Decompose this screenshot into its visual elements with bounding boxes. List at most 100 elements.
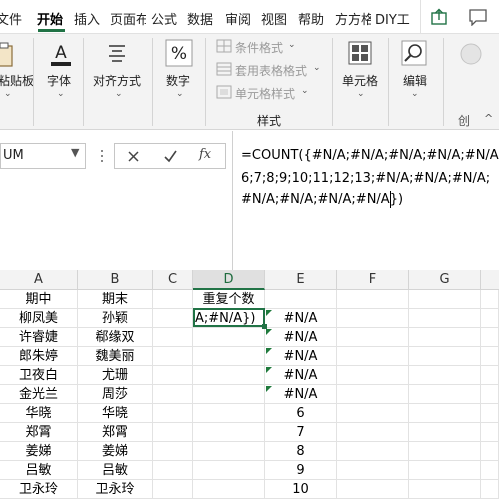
cell-c10[interactable] <box>153 461 193 480</box>
cell-d3[interactable] <box>193 328 265 347</box>
cell-g5[interactable] <box>409 366 481 385</box>
error-indicator-icon[interactable] <box>266 367 272 373</box>
cell-c4[interactable] <box>153 347 193 366</box>
cell-g2[interactable] <box>409 309 481 328</box>
cell-h8[interactable] <box>481 423 499 442</box>
create-icon[interactable] <box>459 42 483 66</box>
cell-g8[interactable] <box>409 423 481 442</box>
cell-style-icon[interactable] <box>216 85 232 99</box>
tab-page-layout[interactable]: 页面布 <box>110 9 146 28</box>
comment-icon[interactable] <box>468 8 488 26</box>
cell-d11[interactable] <box>193 480 265 499</box>
cell-e7[interactable]: 6 <box>265 404 337 423</box>
cell-a4[interactable]: 郎朱婷 <box>0 347 78 366</box>
cell-h2[interactable] <box>481 309 499 328</box>
cell-h4[interactable] <box>481 347 499 366</box>
cell-e1[interactable] <box>265 290 337 309</box>
cell-e10[interactable]: 9 <box>265 461 337 480</box>
cell-b4[interactable]: 魏美丽 <box>78 347 153 366</box>
cell-h9[interactable] <box>481 442 499 461</box>
tab-help[interactable]: 帮助 <box>298 9 324 28</box>
error-indicator-icon[interactable] <box>266 386 272 392</box>
active-cell[interactable] <box>193 308 265 327</box>
chevron-down-icon[interactable]: ⌄ <box>288 40 296 50</box>
tab-diy-tools[interactable]: DIY工 <box>375 9 413 28</box>
cell-f10[interactable] <box>337 461 409 480</box>
column-header-C[interactable]: C <box>153 270 193 290</box>
cell-a5[interactable]: 卫夜白 <box>0 366 78 385</box>
cell-c6[interactable] <box>153 385 193 404</box>
chevron-down-icon[interactable]: ⌄ <box>57 89 65 99</box>
insert-function-icon[interactable]: fx <box>199 147 211 162</box>
cell-g4[interactable] <box>409 347 481 366</box>
cells-button-label[interactable]: 单元格 <box>342 72 378 89</box>
name-box[interactable]: UM ▼ <box>0 143 86 169</box>
cell-e2[interactable]: #N/A <box>265 309 337 328</box>
cell-a7[interactable]: 华晓 <box>0 404 78 423</box>
cell-e3[interactable]: #N/A <box>265 328 337 347</box>
formula-input[interactable]: =COUNT({#N/A;#N/A;#N/A;#N/A;#N/A; 6;7;8;… <box>232 131 499 270</box>
cell-a3[interactable]: 许睿婕 <box>0 328 78 347</box>
cell-g3[interactable] <box>409 328 481 347</box>
cell-g9[interactable] <box>409 442 481 461</box>
cell-e5[interactable]: #N/A <box>265 366 337 385</box>
cell-c3[interactable] <box>153 328 193 347</box>
cell-f1[interactable] <box>337 290 409 309</box>
cell-g11[interactable] <box>409 480 481 499</box>
cell-b1[interactable]: 期末 <box>78 290 153 309</box>
table-format-button[interactable]: 套用表格格式 <box>235 62 307 79</box>
cell-style-button[interactable]: 单元格样式 <box>235 85 295 102</box>
column-header-E[interactable]: E <box>265 270 337 290</box>
cell-a2[interactable]: 柳凤美 <box>0 309 78 328</box>
cell-a9[interactable]: 姜娣 <box>0 442 78 461</box>
share-icon[interactable] <box>430 8 448 26</box>
cell-b2[interactable]: 孙颖 <box>78 309 153 328</box>
tab-formulas[interactable]: 公式 <box>151 9 177 28</box>
table-format-icon[interactable] <box>216 62 232 76</box>
font-icon[interactable]: A <box>48 40 74 68</box>
cell-c2[interactable] <box>153 309 193 328</box>
cell-c8[interactable] <box>153 423 193 442</box>
cell-h5[interactable] <box>481 366 499 385</box>
cells-icon[interactable] <box>347 40 373 66</box>
paste-button-label[interactable]: 粘贴板 <box>0 72 34 89</box>
formula-bar-splitter[interactable] <box>101 150 104 164</box>
cell-h10[interactable] <box>481 461 499 480</box>
collapse-ribbon-icon[interactable]: ^ <box>484 112 493 125</box>
cell-f5[interactable] <box>337 366 409 385</box>
cell-b5[interactable]: 尤珊 <box>78 366 153 385</box>
cell-e6[interactable]: #N/A <box>265 385 337 404</box>
cell-f6[interactable] <box>337 385 409 404</box>
column-header-G[interactable]: G <box>409 270 481 290</box>
cell-a10[interactable]: 吕敏 <box>0 461 78 480</box>
tab-view[interactable]: 视图 <box>261 9 287 28</box>
tab-data[interactable]: 数据 <box>187 9 213 28</box>
fill-handle[interactable] <box>262 324 267 329</box>
cell-g7[interactable] <box>409 404 481 423</box>
tab-fangfange[interactable]: 方方格 <box>335 9 371 28</box>
cell-f11[interactable] <box>337 480 409 499</box>
cell-b7[interactable]: 华晓 <box>78 404 153 423</box>
paste-icon[interactable] <box>0 42 16 68</box>
cell-d9[interactable] <box>193 442 265 461</box>
column-header-partial[interactable] <box>481 270 499 290</box>
cell-h7[interactable] <box>481 404 499 423</box>
cell-h1[interactable] <box>481 290 499 309</box>
cell-a11[interactable]: 卫永玲 <box>0 480 78 499</box>
cell-d7[interactable] <box>193 404 265 423</box>
cell-c11[interactable] <box>153 480 193 499</box>
cell-f2[interactable] <box>337 309 409 328</box>
search-icon[interactable] <box>401 40 427 66</box>
font-button-label[interactable]: 字体 <box>47 72 71 89</box>
cell-a8[interactable]: 郑霄 <box>0 423 78 442</box>
cell-g1[interactable] <box>409 290 481 309</box>
cell-b3[interactable]: 郗缘双 <box>78 328 153 347</box>
chevron-down-icon[interactable]: ⌄ <box>115 89 123 99</box>
tab-home[interactable]: 开始 <box>37 9 63 28</box>
cell-h3[interactable] <box>481 328 499 347</box>
cell-a1[interactable]: 期中 <box>0 290 78 309</box>
cell-d1[interactable]: 重复个数 <box>193 290 265 309</box>
tab-insert[interactable]: 插入 <box>74 9 100 28</box>
cell-d8[interactable] <box>193 423 265 442</box>
cell-b9[interactable]: 姜娣 <box>78 442 153 461</box>
